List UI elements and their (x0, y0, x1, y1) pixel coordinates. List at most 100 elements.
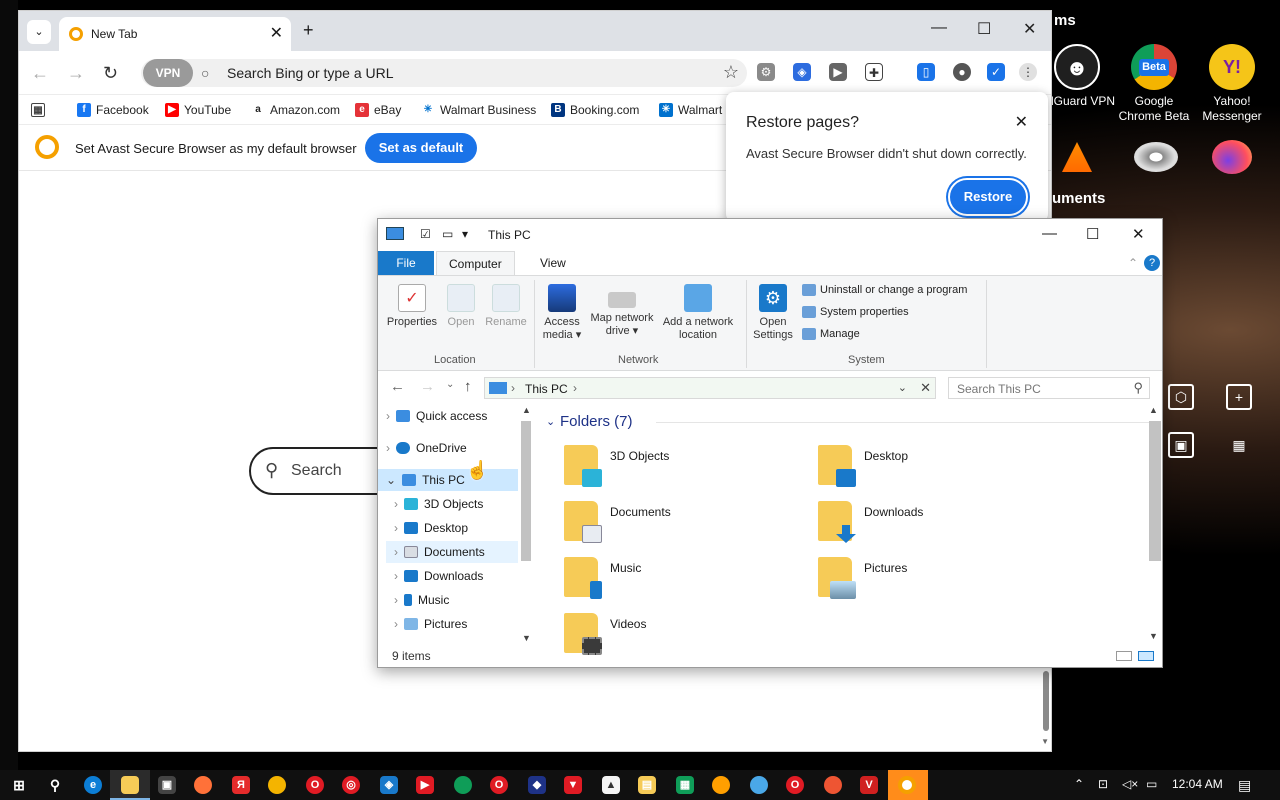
vivaldi-icon[interactable]: ◎ (342, 776, 360, 794)
rename-button[interactable]: Rename (484, 284, 528, 329)
start-windows-icon[interactable]: ⊞ (10, 776, 28, 794)
image-icon[interactable]: ▣ (1168, 432, 1194, 458)
store-icon[interactable]: ▣ (158, 776, 176, 794)
details-view-icon[interactable] (1116, 651, 1132, 661)
tab-file[interactable]: File (378, 251, 434, 275)
yandex-icon[interactable]: Я (232, 776, 250, 794)
maximize-button[interactable]: ☐ (977, 19, 991, 39)
properties-quick-icon[interactable]: ☑ (420, 227, 431, 241)
chromium-icon[interactable] (712, 776, 730, 794)
up-arrow-icon[interactable]: ↑ (464, 378, 472, 395)
close-tab-icon[interactable]: ✕ (270, 23, 283, 43)
restore-button[interactable]: Restore (948, 178, 1028, 216)
nav-scrollbar-thumb[interactable] (521, 421, 531, 561)
clock[interactable]: 12:04 AM (1172, 777, 1223, 791)
minimize-button[interactable]: — (931, 19, 947, 37)
privacy-shield-icon[interactable]: ◈ (793, 63, 811, 81)
media-icon[interactable]: ▶ (829, 63, 847, 81)
vlc-icon[interactable] (1062, 142, 1092, 172)
extension-gear-icon[interactable]: ⚙ (757, 63, 775, 81)
adguard-shield-icon[interactable]: ◈ (380, 776, 398, 794)
maximize-button[interactable]: ☐ (1086, 225, 1099, 243)
address-dropdown-icon[interactable]: ⌄ (898, 381, 907, 394)
edge-icon[interactable]: e (84, 776, 102, 794)
search-this-pc-input[interactable]: Search This PC ⚲ (948, 377, 1150, 399)
open-button[interactable]: Open (444, 284, 478, 329)
bookmark-youtube[interactable]: ▶ YouTube (165, 103, 231, 117)
manage-button[interactable]: Manage (802, 328, 860, 340)
profile-icon[interactable]: ● (953, 63, 971, 81)
nav-item-documents[interactable]: › Documents (386, 541, 518, 563)
access-media-button[interactable]: Access media ▾ (540, 284, 584, 342)
video-icon[interactable]: ▶ (416, 776, 434, 794)
grid-apps-icon[interactable]: ▦ (1226, 432, 1252, 458)
show-hidden-icons-chevron[interactable]: ⌃ (1074, 777, 1084, 791)
volume-muted-icon[interactable]: ◁× (1122, 777, 1138, 791)
new-folder-icon[interactable]: + (1226, 384, 1252, 410)
system-properties-button[interactable]: System properties (802, 306, 909, 318)
folder-videos[interactable]: Videos (564, 609, 804, 657)
brave-shield-icon[interactable]: ▼ (564, 776, 582, 794)
nav-scroll-down-icon[interactable]: ▼ (522, 633, 531, 643)
nav-scroll-up-icon[interactable]: ▲ (522, 405, 531, 415)
omnibox[interactable]: ○ Search Bing or type a URL ☆ (141, 59, 747, 87)
bookmark-facebook[interactable]: f Facebook (77, 103, 149, 117)
disc-app-icon[interactable] (1134, 142, 1178, 172)
add-network-location-button[interactable]: Add a network location (660, 284, 736, 342)
browser-app-icon[interactable] (750, 776, 768, 794)
large-icons-view-icon[interactable] (1138, 651, 1154, 661)
desktop-icon-chrome-beta[interactable]: Beta Google Chrome Beta (1115, 44, 1193, 124)
back-arrow-icon[interactable]: ← (390, 378, 405, 395)
search-icon[interactable]: ⚲ (46, 776, 64, 794)
map-network-drive-button[interactable]: Map network drive ▾ (584, 284, 660, 338)
content-scrollbar-thumb[interactable] (1149, 421, 1161, 561)
firefox-icon[interactable] (1212, 140, 1252, 174)
bookmark-amazon[interactable]: a Amazon.com (251, 103, 340, 117)
network-icon[interactable]: ▭ (1146, 777, 1157, 791)
nav-item-onedrive[interactable]: › OneDrive (386, 437, 516, 459)
folder-3d-objects[interactable]: 3D Objects (564, 441, 804, 489)
folder-music[interactable]: Music (564, 553, 804, 601)
bookmark-star-icon[interactable]: ☆ (723, 62, 739, 83)
notifications-icon[interactable]: ▤ (1238, 777, 1251, 794)
folder-documents[interactable]: Documents (564, 497, 804, 545)
desktop-icon-yahoo[interactable]: Y! Yahoo! Messenger (1193, 44, 1271, 124)
sidebar-icon[interactable]: ▯ (917, 63, 935, 81)
content-scroll-up-icon[interactable]: ▲ (1149, 405, 1158, 415)
opera-icon[interactable]: O (306, 776, 324, 794)
new-tab-button[interactable]: + (303, 20, 314, 41)
firefox-icon[interactable] (194, 776, 212, 794)
chrome-canary-icon[interactable] (454, 776, 472, 794)
bookmark-booking[interactable]: B Booking.com (551, 103, 639, 117)
tab-search-button[interactable]: ⌄ (27, 20, 51, 44)
usb-icon[interactable]: ⊡ (1098, 777, 1108, 791)
cube-icon[interactable]: ⬡ (1168, 384, 1194, 410)
network-app-icon[interactable]: ▦ (676, 776, 694, 794)
security-shield-icon[interactable]: ✓ (987, 63, 1005, 81)
help-icon[interactable]: ? (1144, 255, 1160, 271)
bookmark-walmart[interactable]: ✳ Walmart (659, 103, 722, 117)
extensions-puzzle-icon[interactable]: ✚ (865, 63, 883, 81)
bookmark-ebay[interactable]: e eBay (355, 103, 401, 117)
vivaldi-alt-icon[interactable]: V (860, 776, 878, 794)
tab-new-tab[interactable]: New Tab ✕ (59, 17, 291, 51)
address-bar[interactable]: › This PC › ⌄ ✕ (484, 377, 936, 399)
content-scroll-down-icon[interactable]: ▼ (1149, 631, 1158, 641)
folder-pictures[interactable]: Pictures (818, 553, 1058, 601)
customize-quick-access-icon[interactable]: ▾ (462, 227, 468, 241)
apps-grid-icon[interactable]: ▦ (31, 103, 45, 117)
firefox-dev-icon[interactable] (824, 776, 842, 794)
tab-view[interactable]: View (528, 251, 578, 275)
notes-icon[interactable]: ▤ (638, 776, 656, 794)
vpn-button[interactable]: VPN (143, 59, 193, 87)
nav-item-quick-access[interactable]: › Quick access (386, 405, 516, 427)
nav-item-desktop[interactable]: › Desktop (394, 517, 518, 539)
vpn-app-icon[interactable]: ◆ (528, 776, 546, 794)
nav-item-3d-objects[interactable]: › 3D Objects (394, 493, 518, 515)
photos-icon[interactable]: ▲ (602, 776, 620, 794)
open-settings-button[interactable]: ⚙ Open Settings (750, 284, 796, 342)
opera-gx-icon[interactable]: O (490, 776, 508, 794)
new-folder-quick-icon[interactable]: ▭ (442, 227, 453, 241)
folder-desktop[interactable]: Desktop (818, 441, 1058, 489)
scroll-down-arrow-icon[interactable]: ▼ (1041, 737, 1049, 746)
